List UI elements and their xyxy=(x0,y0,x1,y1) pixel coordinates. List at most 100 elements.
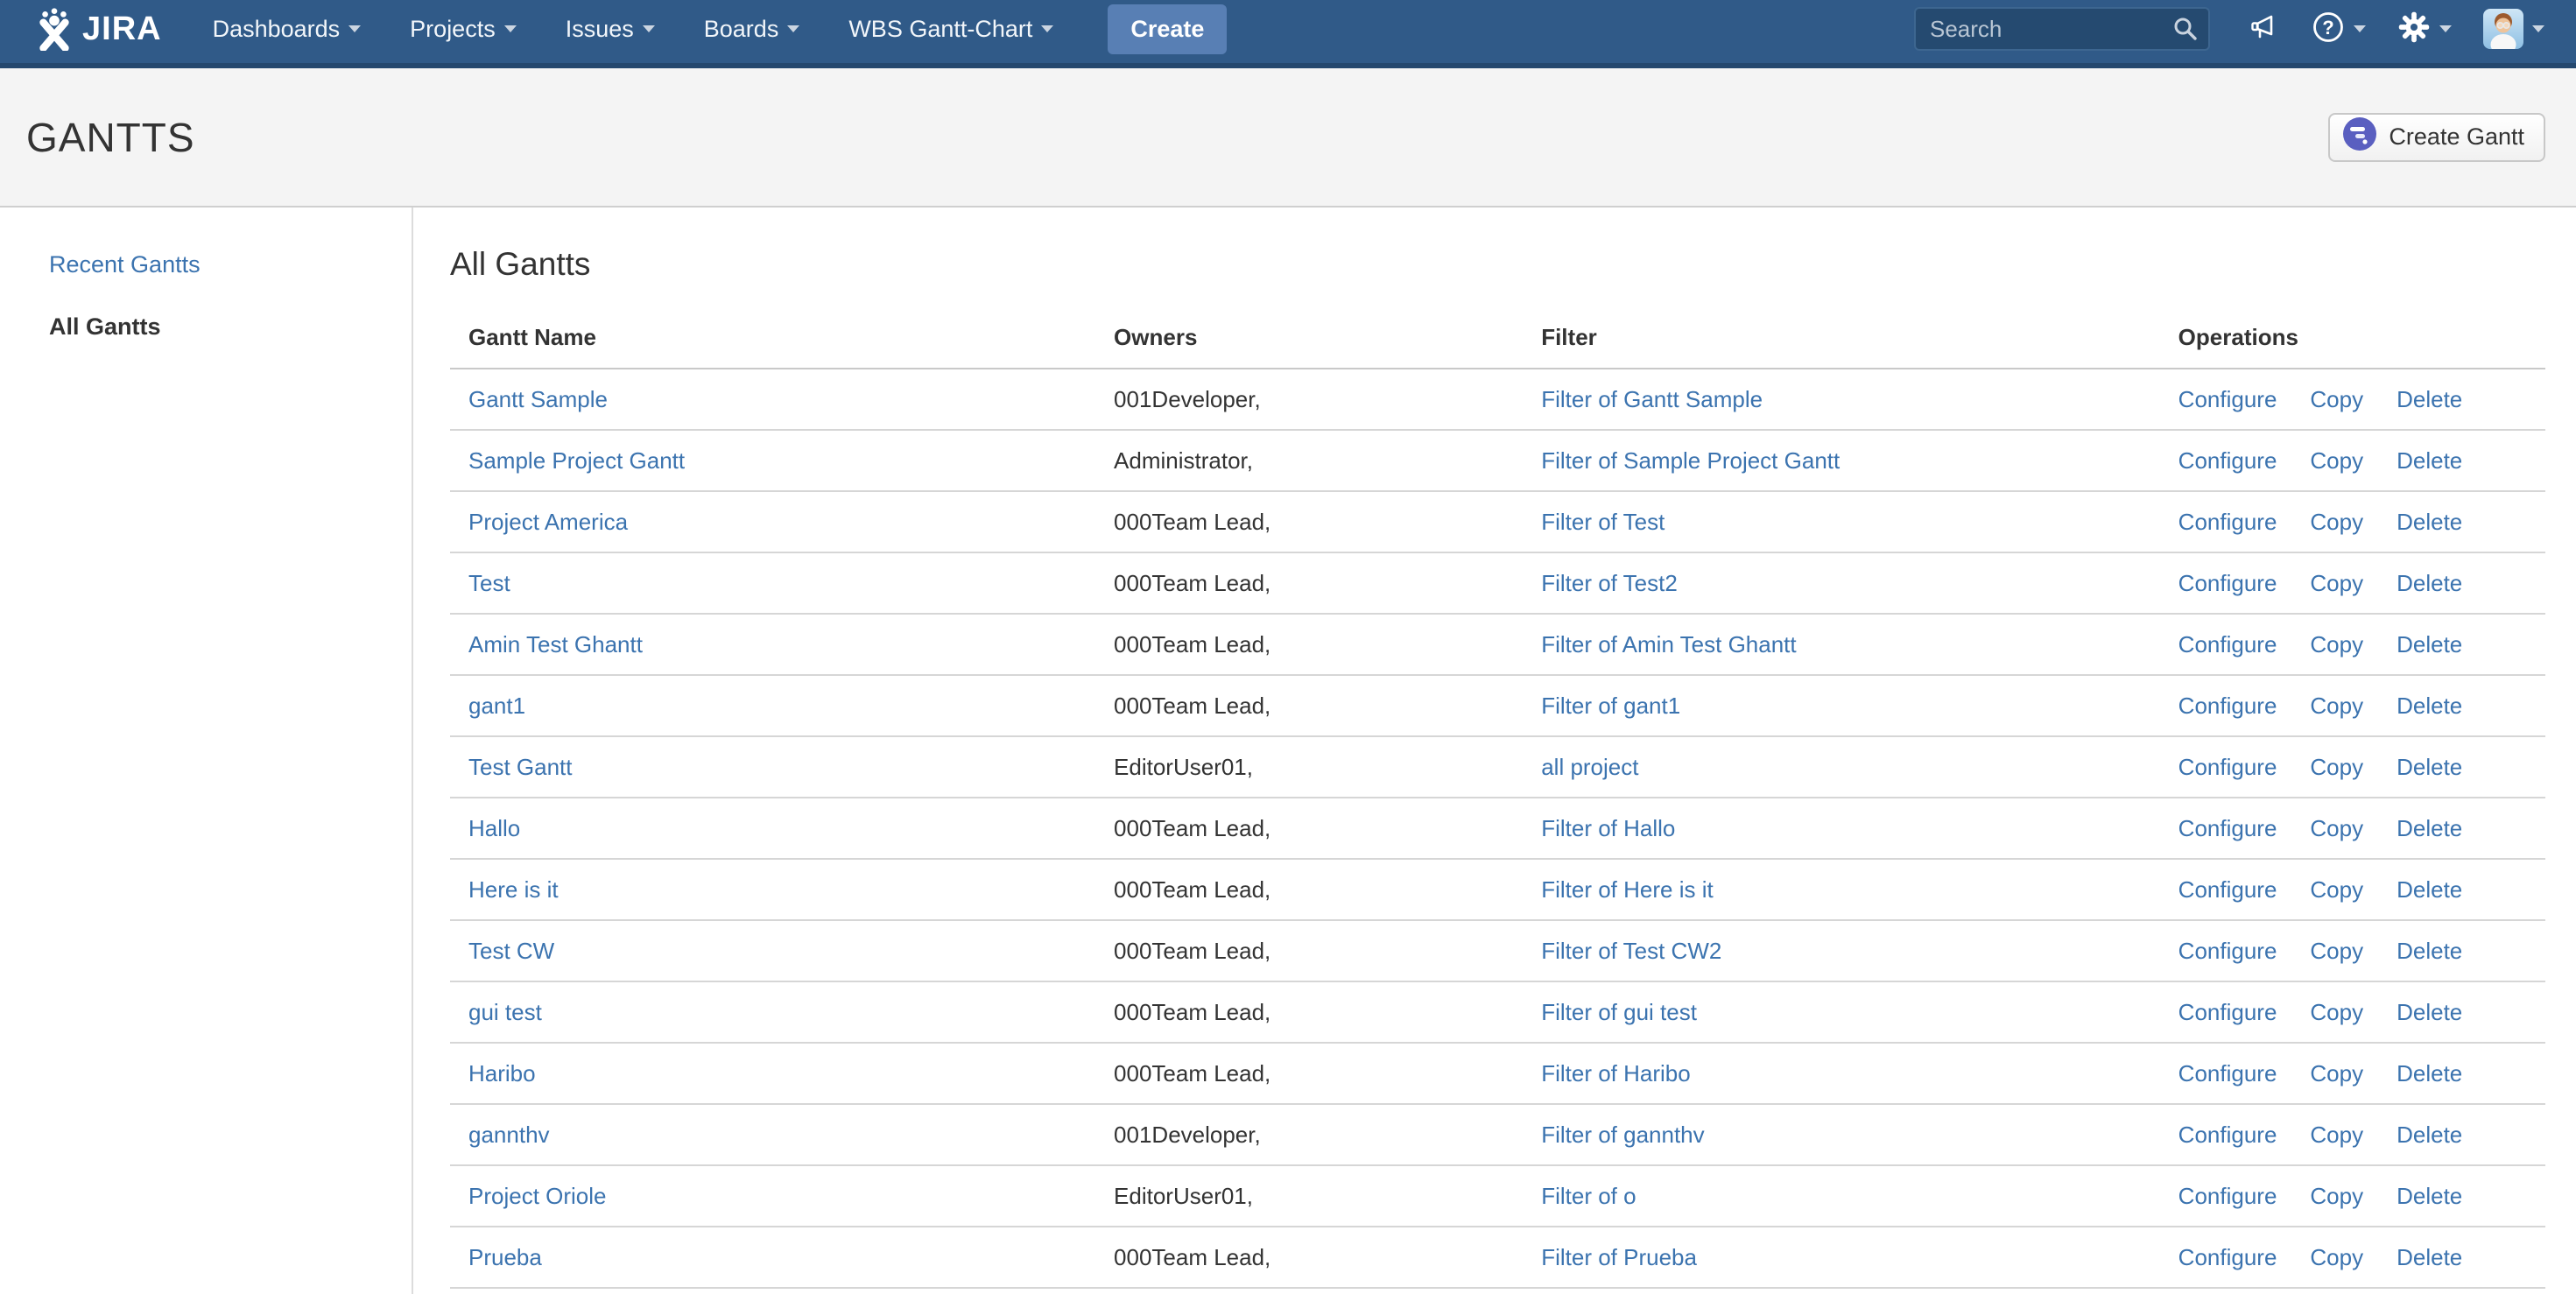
gantt-name-link[interactable]: Hallo xyxy=(468,815,520,841)
configure-link[interactable]: Configure xyxy=(2178,693,2277,719)
filter-link[interactable]: Filter of Haribo xyxy=(1541,1060,1691,1087)
gantt-name-link[interactable]: Project Oriole xyxy=(468,1183,607,1209)
copy-link[interactable]: Copy xyxy=(2310,570,2363,596)
gantt-name-link[interactable]: Sample Project Gantt xyxy=(468,447,685,474)
delete-link[interactable]: Delete xyxy=(2397,938,2462,964)
filter-link[interactable]: Filter of Here is it xyxy=(1541,876,1714,903)
filter-link[interactable]: Filter of Sample Project Gantt xyxy=(1541,447,1840,474)
nav-menu-label: Dashboards xyxy=(213,16,341,43)
help-menu-button[interactable]: ? xyxy=(2312,11,2366,48)
filter-link[interactable]: all project xyxy=(1541,754,1638,780)
configure-link[interactable]: Configure xyxy=(2178,815,2277,841)
delete-link[interactable]: Delete xyxy=(2397,876,2462,903)
delete-link[interactable]: Delete xyxy=(2397,693,2462,719)
filter-link[interactable]: Filter of Test xyxy=(1541,509,1665,535)
search-input[interactable] xyxy=(1914,7,2210,51)
operations-cell: Configure Copy Delete xyxy=(2160,491,2545,552)
configure-link[interactable]: Configure xyxy=(2178,938,2277,964)
filter-link[interactable]: Filter of Test CW2 xyxy=(1541,938,1721,964)
chevron-down-icon xyxy=(2439,25,2452,32)
gantt-name-link[interactable]: Test xyxy=(468,570,510,596)
operations-cell: Configure Copy Delete xyxy=(2160,1165,2545,1227)
filter-link[interactable]: Filter of Gantt Sample xyxy=(1541,386,1763,412)
gantt-name-link[interactable]: Gantt Sample xyxy=(468,386,608,412)
copy-link[interactable]: Copy xyxy=(2310,693,2363,719)
delete-link[interactable]: Delete xyxy=(2397,1060,2462,1087)
filter-link[interactable]: Filter of gannthv xyxy=(1541,1122,1704,1148)
table-row: Project America 000Team Lead, Filter of … xyxy=(450,491,2545,552)
page-title: GANTTS xyxy=(26,114,195,161)
gantt-name-link[interactable]: Test CW xyxy=(468,938,554,964)
table-row: Hallo 000Team Lead, Filter of Hallo Conf… xyxy=(450,798,2545,859)
configure-link[interactable]: Configure xyxy=(2178,754,2277,780)
configure-link[interactable]: Configure xyxy=(2178,1244,2277,1270)
nav-menu-boards[interactable]: Boards xyxy=(704,16,800,43)
delete-link[interactable]: Delete xyxy=(2397,509,2462,535)
copy-link[interactable]: Copy xyxy=(2310,815,2363,841)
gantt-name-link[interactable]: Test Gantt xyxy=(468,754,573,780)
filter-link[interactable]: Filter of gui test xyxy=(1541,999,1697,1025)
configure-link[interactable]: Configure xyxy=(2178,1183,2277,1209)
configure-link[interactable]: Configure xyxy=(2178,999,2277,1025)
delete-link[interactable]: Delete xyxy=(2397,447,2462,474)
sidebar-item-recent-gantts[interactable]: Recent Gantts xyxy=(49,251,412,278)
announcement-button[interactable] xyxy=(2249,11,2280,47)
gantt-name-link[interactable]: gannthv xyxy=(468,1122,550,1148)
create-gantt-button[interactable]: Create Gantt xyxy=(2328,113,2545,162)
chevron-down-icon xyxy=(1041,25,1053,32)
copy-link[interactable]: Copy xyxy=(2310,1060,2363,1087)
filter-link[interactable]: Filter of Amin Test Ghantt xyxy=(1541,631,1796,658)
delete-link[interactable]: Delete xyxy=(2397,999,2462,1025)
filter-link[interactable]: Filter of Prueba xyxy=(1541,1244,1697,1270)
delete-link[interactable]: Delete xyxy=(2397,815,2462,841)
sidebar-item-all-gantts[interactable]: All Gantts xyxy=(49,313,412,341)
delete-link[interactable]: Delete xyxy=(2397,754,2462,780)
gantt-name-link[interactable]: Project America xyxy=(468,509,628,535)
delete-link[interactable]: Delete xyxy=(2397,1183,2462,1209)
delete-link[interactable]: Delete xyxy=(2397,570,2462,596)
gantt-name-link[interactable]: gant1 xyxy=(468,693,525,719)
filter-link[interactable]: Filter of Hallo xyxy=(1541,815,1675,841)
jira-logo[interactable]: JIRA xyxy=(33,7,162,51)
delete-link[interactable]: Delete xyxy=(2397,631,2462,658)
delete-link[interactable]: Delete xyxy=(2397,1244,2462,1270)
configure-link[interactable]: Configure xyxy=(2178,1060,2277,1087)
filter-link[interactable]: Filter of Test2 xyxy=(1541,570,1678,596)
delete-link[interactable]: Delete xyxy=(2397,386,2462,412)
copy-link[interactable]: Copy xyxy=(2310,876,2363,903)
copy-link[interactable]: Copy xyxy=(2310,938,2363,964)
gantt-name-link[interactable]: Here is it xyxy=(468,876,559,903)
copy-link[interactable]: Copy xyxy=(2310,631,2363,658)
settings-menu-button[interactable] xyxy=(2397,11,2452,48)
copy-link[interactable]: Copy xyxy=(2310,999,2363,1025)
gantt-chart-icon xyxy=(2342,116,2377,158)
gantt-name-link[interactable]: Amin Test Ghantt xyxy=(468,631,643,658)
configure-link[interactable]: Configure xyxy=(2178,1122,2277,1148)
filter-link[interactable]: Filter of gant1 xyxy=(1541,693,1680,719)
configure-link[interactable]: Configure xyxy=(2178,631,2277,658)
copy-link[interactable]: Copy xyxy=(2310,1183,2363,1209)
configure-link[interactable]: Configure xyxy=(2178,876,2277,903)
configure-link[interactable]: Configure xyxy=(2178,386,2277,412)
gantt-name-link[interactable]: Haribo xyxy=(468,1060,536,1087)
copy-link[interactable]: Copy xyxy=(2310,386,2363,412)
copy-link[interactable]: Copy xyxy=(2310,509,2363,535)
user-menu-button[interactable] xyxy=(2483,9,2544,49)
copy-link[interactable]: Copy xyxy=(2310,754,2363,780)
gantt-name-link[interactable]: gui test xyxy=(468,999,542,1025)
configure-link[interactable]: Configure xyxy=(2178,447,2277,474)
configure-link[interactable]: Configure xyxy=(2178,570,2277,596)
table-row: Project Oriole EditorUser01, Filter of o… xyxy=(450,1165,2545,1227)
copy-link[interactable]: Copy xyxy=(2310,1244,2363,1270)
nav-menu-issues[interactable]: Issues xyxy=(566,16,655,43)
delete-link[interactable]: Delete xyxy=(2397,1122,2462,1148)
nav-menu-wbs-gantt-chart[interactable]: WBS Gantt-Chart xyxy=(848,16,1053,43)
copy-link[interactable]: Copy xyxy=(2310,447,2363,474)
create-button[interactable]: Create xyxy=(1108,4,1227,54)
nav-menu-dashboards[interactable]: Dashboards xyxy=(213,16,362,43)
copy-link[interactable]: Copy xyxy=(2310,1122,2363,1148)
gantt-name-link[interactable]: Prueba xyxy=(468,1244,542,1270)
configure-link[interactable]: Configure xyxy=(2178,509,2277,535)
filter-link[interactable]: Filter of o xyxy=(1541,1183,1636,1209)
nav-menu-projects[interactable]: Projects xyxy=(410,16,517,43)
